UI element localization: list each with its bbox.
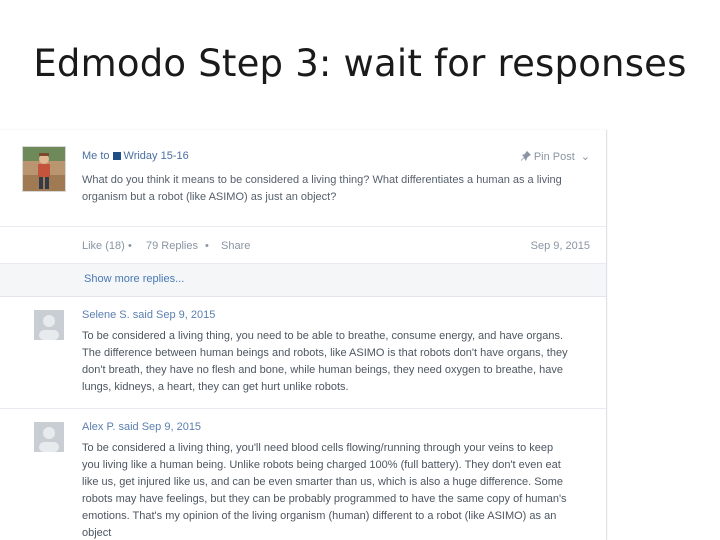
reply-text: To be considered a living thing, you'll … [82,442,567,539]
pin-post-label: Pin Post [533,151,575,163]
share-button[interactable]: Share [221,240,250,252]
original-post: Me to Wriday 15-16 Pin Post ⌄ What do you … [0,130,606,227]
reply-author[interactable]: Selene S. said Sep 9, 2015 [82,309,215,321]
post-meta: Me to Wriday 15-16 [82,150,189,162]
group-square-icon [112,152,121,160]
reply-text: To be considered a living thing, you nee… [82,330,568,393]
edmodo-screenshot: Me to Wriday 15-16 Pin Post ⌄ What do you … [0,130,607,540]
user-photo[interactable] [22,146,66,192]
post-date: Sep 9, 2015 [530,240,590,252]
reply-author[interactable]: Alex P. said Sep 9, 2015 [82,421,201,433]
user-photo-icon [23,147,65,191]
replies-link[interactable]: 79 Replies [146,240,198,252]
post-sender: Me to [82,150,110,162]
show-more-replies-link[interactable]: Show more replies... [0,264,606,297]
default-avatar-icon [34,310,64,340]
reply-item: Selene S. said Sep 9, 2015 To be conside… [0,297,606,409]
chevron-down-icon[interactable]: ⌄ [581,151,590,163]
pin-post-button[interactable]: Pin Post ⌄ [520,150,590,163]
post-group-link[interactable]: Wriday 15-16 [124,150,189,162]
default-avatar-icon [34,422,64,452]
pin-icon [520,151,531,161]
separator-dot: • [128,240,132,252]
post-text: What do you think it means to be conside… [82,174,562,203]
separator-dot: • [205,240,209,252]
reply-item: Alex P. said Sep 9, 2015 To be considere… [0,409,606,540]
like-button[interactable]: Like (18) [82,240,125,252]
slide-title: Edmodo Step 3: wait for responses [33,42,687,85]
post-action-bar: Like (18) • 79 Replies • Share Sep 9, 20… [0,227,606,264]
